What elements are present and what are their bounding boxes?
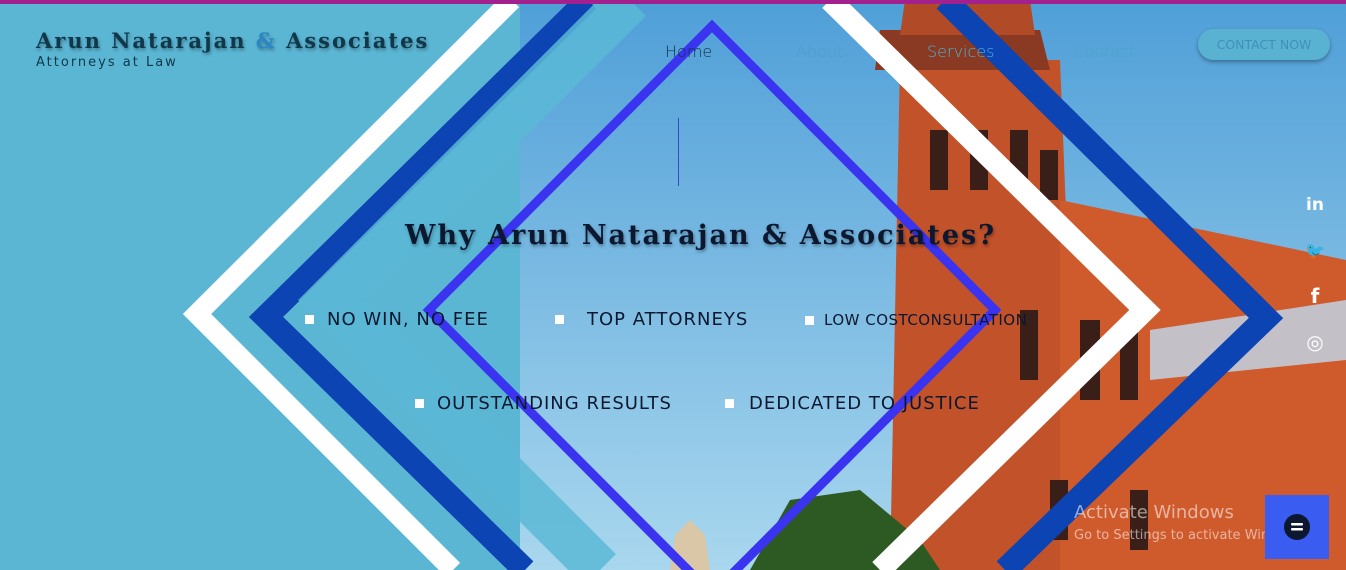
bullet-icon bbox=[725, 399, 734, 408]
hero-section: Arun Natarajan & Associates Attorneys at… bbox=[0, 0, 1346, 570]
hero-background-graphic bbox=[0, 0, 1346, 570]
brand-tagline: Attorneys at Law bbox=[36, 55, 178, 70]
brand-name: Arun Natarajan & Associates bbox=[36, 28, 429, 53]
feature-item: DEDICATED TO JUSTICE bbox=[725, 393, 980, 414]
brand-ampersand: & bbox=[255, 28, 277, 53]
nav-home-link[interactable]: Home bbox=[665, 42, 712, 61]
brand-name-part2: Associates bbox=[286, 28, 430, 53]
activate-windows-title: Activate Windows bbox=[1074, 502, 1234, 523]
contact-now-button[interactable]: CONTACT NOW bbox=[1198, 29, 1330, 60]
bullet-icon bbox=[305, 315, 314, 324]
nav-contact-link[interactable]: Contact bbox=[1073, 42, 1135, 61]
chat-icon bbox=[1284, 514, 1310, 540]
bullet-icon bbox=[415, 399, 424, 408]
top-accent-border bbox=[0, 0, 1346, 4]
feature-item: NO WIN, NO FEE bbox=[305, 309, 489, 330]
nav-about-link[interactable]: About bbox=[796, 42, 843, 61]
feature-label: DEDICATED TO JUSTICE bbox=[749, 393, 980, 414]
nav-services-link[interactable]: Services bbox=[927, 42, 994, 61]
facebook-icon[interactable]: f bbox=[1304, 284, 1326, 308]
feature-item: OUTSTANDING RESULTS bbox=[415, 393, 672, 414]
bullet-icon bbox=[805, 315, 814, 325]
feature-label: TOP ATTORNEYS bbox=[587, 309, 749, 330]
site-brand[interactable]: Arun Natarajan & Associates Attorneys at… bbox=[36, 28, 429, 70]
vertical-divider bbox=[678, 118, 679, 186]
chat-button[interactable] bbox=[1265, 495, 1329, 559]
feature-label: NO WIN, NO FEE bbox=[327, 309, 489, 330]
bullet-icon bbox=[555, 315, 564, 324]
hero-heading: Why Arun Natarajan & Associates? bbox=[405, 220, 997, 251]
feature-label: OUTSTANDING RESULTS bbox=[437, 393, 672, 414]
feature-item: LOW COSTCONSULTATION bbox=[805, 311, 1027, 329]
brand-name-part1: Arun Natarajan bbox=[36, 28, 247, 53]
feature-item: TOP ATTORNEYS bbox=[555, 309, 748, 330]
instagram-icon[interactable]: ◎ bbox=[1304, 330, 1326, 354]
linkedin-icon[interactable]: in bbox=[1304, 194, 1326, 216]
twitter-icon[interactable]: 🐦 bbox=[1304, 239, 1326, 261]
feature-label: LOW COSTCONSULTATION bbox=[824, 311, 1028, 329]
